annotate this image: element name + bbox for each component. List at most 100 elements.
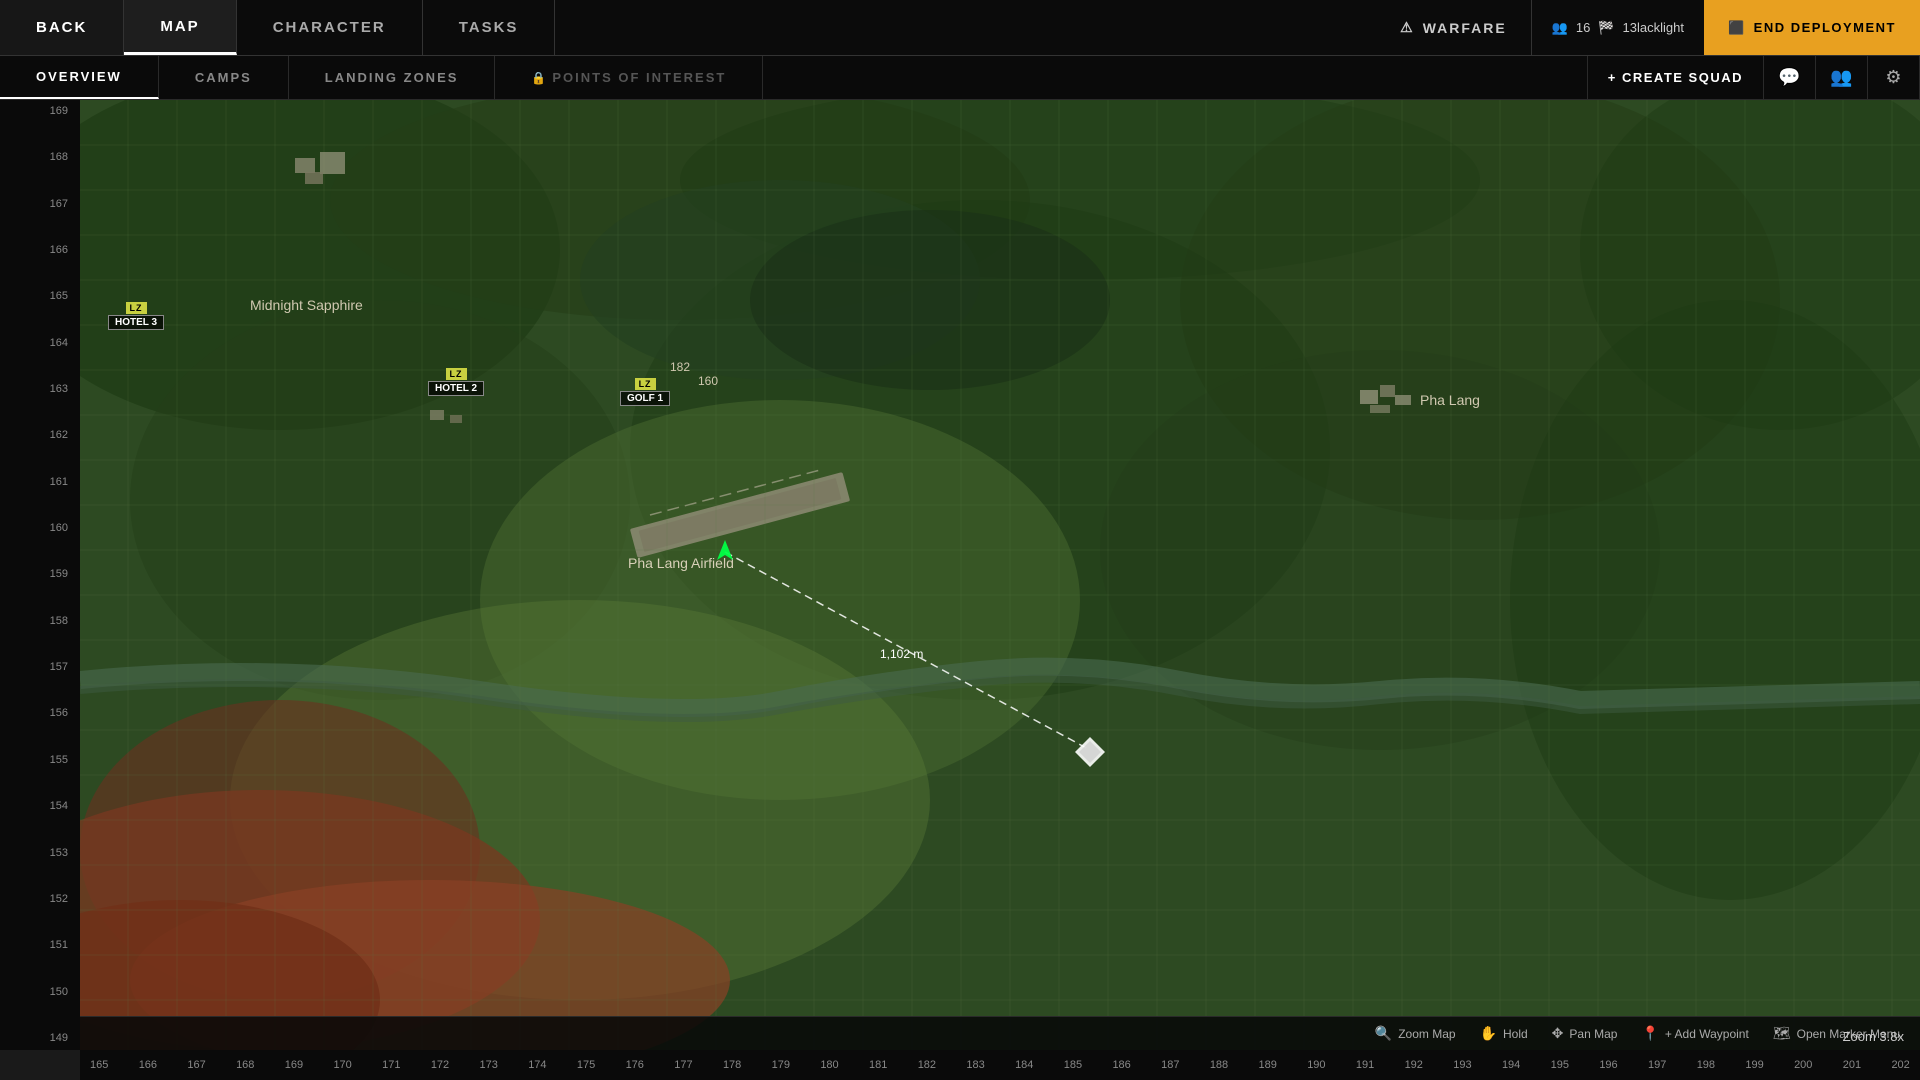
grid-num-164: 164 [4, 338, 76, 349]
grid-h-179: 179 [772, 1059, 790, 1071]
squad-info: 👥 16 🏁 13lacklight [1531, 0, 1704, 55]
grid-h-171: 171 [382, 1059, 400, 1071]
grid-left: 169 168 167 166 165 164 163 162 161 160 … [0, 100, 80, 1050]
grid-h-166: 166 [139, 1059, 157, 1071]
zoom-map-tool[interactable]: 🔍 Zoom Map [1375, 1025, 1456, 1042]
squad-icon: 👥 [1552, 20, 1568, 36]
grid-h-196: 196 [1599, 1059, 1617, 1071]
warfare-button[interactable]: ⚠ WARFARE [1376, 0, 1531, 55]
grid-h-183: 183 [966, 1059, 984, 1071]
hold-icon: ✋ [1480, 1025, 1497, 1042]
hold-tool[interactable]: ✋ Hold [1480, 1025, 1528, 1042]
grid-h-193: 193 [1453, 1059, 1471, 1071]
grid-num-151: 151 [4, 940, 76, 951]
grid-num-161: 161 [4, 477, 76, 488]
grid-h-187: 187 [1161, 1059, 1179, 1071]
pan-map-tool[interactable]: ✥ Pan Map [1552, 1025, 1618, 1042]
map-tab[interactable]: MAP [124, 0, 236, 55]
grid-num-165: 165 [4, 291, 76, 302]
map-container[interactable]: Pha Lang Midnight Sapphire Pha Lang Airf… [80, 100, 1920, 1050]
waypoint-icon: 📍 [1641, 1025, 1658, 1042]
grid-num-167: 167 [4, 199, 76, 210]
end-deployment-icon: ⬛ [1728, 20, 1746, 36]
lz-golf1-label: GOLF 1 [620, 391, 670, 406]
overview-tab[interactable]: OVERVIEW [0, 56, 159, 99]
grid-h-189: 189 [1259, 1059, 1277, 1071]
grid-num-149: 149 [4, 1033, 76, 1044]
warfare-label: WARFARE [1423, 20, 1507, 36]
create-squad-button[interactable]: + CREATE SQUAD [1587, 56, 1763, 99]
grid-h-175: 175 [577, 1059, 595, 1071]
zoom-map-label: Zoom Map [1398, 1027, 1455, 1041]
grid-num-153: 153 [4, 848, 76, 859]
grid-h-197: 197 [1648, 1059, 1666, 1071]
grid-h-192: 192 [1405, 1059, 1423, 1071]
grid-num-155: 155 [4, 755, 76, 766]
grid-h-195: 195 [1551, 1059, 1569, 1071]
lz-hotel3-badge: LZ [126, 302, 147, 314]
grid-h-174: 174 [528, 1059, 546, 1071]
grid-num-163: 163 [4, 384, 76, 395]
lz-hotel3-marker[interactable]: LZ HOTEL 3 [108, 302, 164, 330]
bottom-toolbar: 🔍 Zoom Map ✋ Hold ✥ Pan Map 📍 + Add Wayp… [80, 1016, 1920, 1050]
squad-name-icon: 🏁 [1598, 20, 1614, 36]
map-tools-icons: 💬 👥 ⚙ [1763, 56, 1920, 99]
grid-h-167: 167 [187, 1059, 205, 1071]
grid-h-169: 169 [285, 1059, 303, 1071]
zoom-icon: 🔍 [1375, 1025, 1392, 1042]
grid-num-154: 154 [4, 801, 76, 812]
settings-icon[interactable]: ⚙ [1868, 56, 1920, 100]
grid-num-159: 159 [4, 569, 76, 580]
landing-zones-tab[interactable]: LANDING ZONES [289, 56, 496, 99]
top-navigation: BACK MAP CHARACTER TASKS ⚠ WARFARE 👥 16 … [0, 0, 1920, 56]
grid-h-178: 178 [723, 1059, 741, 1071]
grid-h-191: 191 [1356, 1059, 1374, 1071]
grid-num-162: 162 [4, 430, 76, 441]
lz-golf1-badge: LZ [635, 378, 656, 390]
squad-name: 13lacklight [1623, 20, 1684, 35]
svg-text:1,102 m: 1,102 m [880, 647, 923, 661]
squad-count: 16 [1576, 20, 1590, 35]
lz-hotel2-marker[interactable]: LZ HOTEL 2 [428, 368, 484, 396]
grid-h-165: 165 [90, 1059, 108, 1071]
grid-h-188: 188 [1210, 1059, 1228, 1071]
grid-bottom: 165 166 167 168 169 170 171 172 173 174 … [80, 1050, 1920, 1080]
svg-text:Pha Lang: Pha Lang [1420, 392, 1480, 408]
grid-h-170: 170 [333, 1059, 351, 1071]
warfare-icon: ⚠ [1400, 19, 1415, 36]
players-icon[interactable]: 👥 [1816, 56, 1868, 100]
grid-num-150: 150 [4, 987, 76, 998]
back-button[interactable]: BACK [0, 0, 124, 55]
pan-map-label: Pan Map [1569, 1027, 1617, 1041]
hold-label: Hold [1503, 1027, 1528, 1041]
grid-h-194: 194 [1502, 1059, 1520, 1071]
grid-h-185: 185 [1064, 1059, 1082, 1071]
grid-h-176: 176 [626, 1059, 644, 1071]
grid-h-200: 200 [1794, 1059, 1812, 1071]
svg-text:Midnight Sapphire: Midnight Sapphire [250, 297, 363, 313]
lz-golf1-marker[interactable]: LZ GOLF 1 [620, 378, 670, 406]
add-waypoint-tool[interactable]: 📍 + Add Waypoint [1641, 1025, 1748, 1042]
grid-h-201: 201 [1843, 1059, 1861, 1071]
lz-hotel3-label: HOTEL 3 [108, 315, 164, 330]
grid-num-158: 158 [4, 616, 76, 627]
grid-h-173: 173 [480, 1059, 498, 1071]
secondary-navigation: OVERVIEW CAMPS LANDING ZONES 🔒 POINTS OF… [0, 56, 1920, 100]
grid-num-157: 157 [4, 662, 76, 673]
character-tab[interactable]: CHARACTER [237, 0, 423, 55]
tasks-tab[interactable]: TASKS [423, 0, 556, 55]
points-of-interest-tab[interactable]: 🔒 POINTS OF INTEREST [495, 56, 763, 99]
map-svg: Pha Lang Midnight Sapphire Pha Lang Airf… [80, 100, 1920, 1050]
grid-h-181: 181 [869, 1059, 887, 1071]
grid-h-202: 202 [1891, 1059, 1909, 1071]
grid-h-199: 199 [1745, 1059, 1763, 1071]
end-deployment-button[interactable]: ⬛ END DEPLOYMENT [1704, 0, 1920, 55]
pan-icon: ✥ [1552, 1025, 1564, 1042]
chat-icon[interactable]: 💬 [1764, 56, 1816, 100]
grid-h-168: 168 [236, 1059, 254, 1071]
end-deployment-label: END DEPLOYMENT [1754, 20, 1896, 35]
grid-num-152: 152 [4, 894, 76, 905]
grid-num-160: 160 [4, 523, 76, 534]
camps-tab[interactable]: CAMPS [159, 56, 289, 99]
grid-h-198: 198 [1697, 1059, 1715, 1071]
